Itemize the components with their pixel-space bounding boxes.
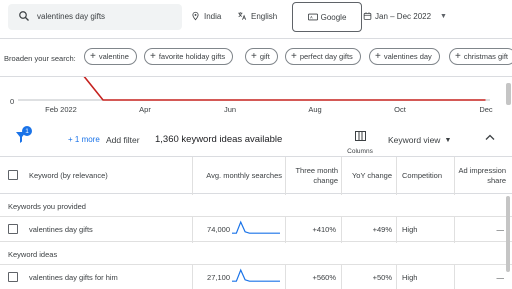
calendar-icon [363, 12, 372, 20]
header-ad-impression-share[interactable]: Ad impression share [456, 157, 506, 194]
chip-label: perfect day gifts [299, 52, 353, 61]
impression-share-cell: — [496, 225, 505, 234]
chip-label: valentines day [383, 52, 432, 61]
language-selector[interactable]: English [237, 11, 277, 21]
x-axis-tick-label: Jun [223, 105, 237, 114]
table-scrollbar[interactable] [506, 196, 510, 272]
table-header: Keyword (by relevance) Avg. monthly sear… [0, 157, 512, 194]
three-month-change-cell: +410% [312, 225, 336, 234]
chip-perfect-day-gifts[interactable]: + perfect day gifts [285, 48, 361, 65]
group-label: Keywords you provided [8, 202, 86, 211]
location-pin-icon [192, 11, 199, 21]
broaden-search-bar: Broaden your search: + valentine + favorit… [0, 48, 512, 68]
divider [0, 38, 512, 39]
add-filter-button[interactable]: Add filter [106, 135, 140, 145]
sparkline-line [232, 268, 280, 282]
trend-series-line [83, 77, 486, 101]
search-trend-chart: 0 Feb 2022 Apr Jun Aug Oct Dec [0, 77, 512, 117]
svg-text:A: A [310, 16, 313, 20]
plus-icon: + [90, 50, 96, 62]
yoy-change-cell: +49% [372, 225, 392, 234]
keyword-cell: valentines day gifts [29, 225, 93, 234]
header-competition[interactable]: Competition [402, 157, 452, 194]
plus-icon: + [291, 50, 297, 62]
group-label: Keyword ideas [8, 250, 58, 259]
columns-label: Columns [347, 148, 373, 155]
caret-down-icon: ▼ [444, 136, 452, 144]
chip-label: christmas gift [463, 52, 509, 61]
search-value: valentines day gifts [37, 12, 106, 21]
network-label: Google [320, 12, 347, 22]
row-checkbox[interactable] [8, 272, 18, 282]
top-bar: valentines day gifts India English A Goo… [0, 0, 512, 36]
header-keyword[interactable]: Keyword (by relevance) [29, 157, 189, 194]
x-axis-tick-label: Apr [139, 105, 151, 114]
chip-christmas-gift[interactable]: + christmas gift [449, 48, 512, 65]
more-filters-link[interactable]: + 1 more [68, 135, 100, 144]
row-checkbox[interactable] [8, 224, 18, 234]
location-selector[interactable]: India [191, 11, 221, 21]
trend-sparkline [232, 268, 280, 282]
results-toolbar: 1 + 1 more Add filter 1,360 keyword idea… [0, 122, 512, 158]
filter-count-badge: 1 [22, 126, 32, 136]
chip-label: valentine [98, 52, 129, 61]
yoy-change-cell: +50% [372, 273, 392, 282]
keyword-view-label: Keyword view [388, 135, 441, 145]
select-all-checkbox[interactable] [8, 170, 18, 180]
broaden-label: Broaden your search: [4, 54, 76, 63]
date-range-selector[interactable]: Jan – Dec 2022 ▼ [363, 11, 447, 21]
chip-valentines-day[interactable]: + valentines day [369, 48, 440, 65]
location-label: India [204, 11, 222, 21]
plus-icon: + [455, 50, 461, 62]
chevron-up-icon[interactable] [484, 132, 496, 142]
network-selector[interactable]: A Google [292, 2, 362, 32]
group-header: Keywords you provided [0, 195, 512, 217]
y-axis-tick-label: 0 [10, 97, 15, 106]
competition-cell: High [402, 273, 418, 282]
chart-scrollbar[interactable] [506, 83, 511, 105]
chip-valentine[interactable]: + valentine [84, 48, 137, 65]
language-label: English [251, 11, 278, 21]
avg-searches-cell: 27,100 [207, 273, 230, 282]
three-month-change-cell: +560% [312, 273, 336, 282]
plus-icon: + [251, 50, 257, 62]
date-range-label: Jan – Dec 2022 [375, 11, 432, 21]
group-header: Keyword ideas [0, 243, 512, 265]
header-three-month-change[interactable]: Three month change [290, 157, 338, 194]
sparkline-line [232, 220, 280, 234]
header-yoy-change[interactable]: YoY change [346, 157, 392, 194]
search-input[interactable]: valentines day gifts [8, 4, 182, 30]
chip-gift[interactable]: + gift [245, 48, 278, 65]
trend-sparkline [232, 220, 280, 234]
keyword-cell: valentines day gifts for him [29, 273, 118, 282]
columns-icon [354, 131, 366, 141]
plus-icon: + [150, 50, 156, 62]
competition-cell: High [402, 225, 418, 234]
x-axis-tick-label: Aug [308, 105, 322, 114]
network-icon: A [307, 13, 318, 21]
x-axis-tick-label: Feb 2022 [45, 105, 77, 114]
chevron-down-icon: ▼ [440, 12, 447, 20]
chip-label: favorite holiday gifts [158, 52, 226, 61]
header-avg-monthly-searches[interactable]: Avg. monthly searches [196, 157, 282, 194]
x-axis-tick-label: Dec [479, 105, 493, 114]
chip-favorite-holiday-gifts[interactable]: + favorite holiday gifts [144, 48, 234, 65]
columns-button[interactable]: Columns [345, 128, 375, 155]
table-row[interactable]: valentines day gifts 74,000 +410% +49% H… [0, 217, 512, 242]
avg-searches-cell: 74,000 [207, 225, 230, 234]
x-axis-tick-label: Oct [394, 105, 406, 114]
keyword-view-dropdown[interactable]: Keyword view ▼ [388, 135, 451, 145]
plus-icon: + [375, 50, 381, 62]
search-icon [19, 11, 29, 21]
chip-label: gift [259, 52, 270, 61]
table-row[interactable]: valentines day gifts for him 27,100 +560… [0, 265, 512, 289]
translate-icon [238, 12, 247, 20]
impression-share-cell: — [496, 273, 505, 282]
keyword-count: 1,360 keyword ideas available [155, 134, 283, 145]
